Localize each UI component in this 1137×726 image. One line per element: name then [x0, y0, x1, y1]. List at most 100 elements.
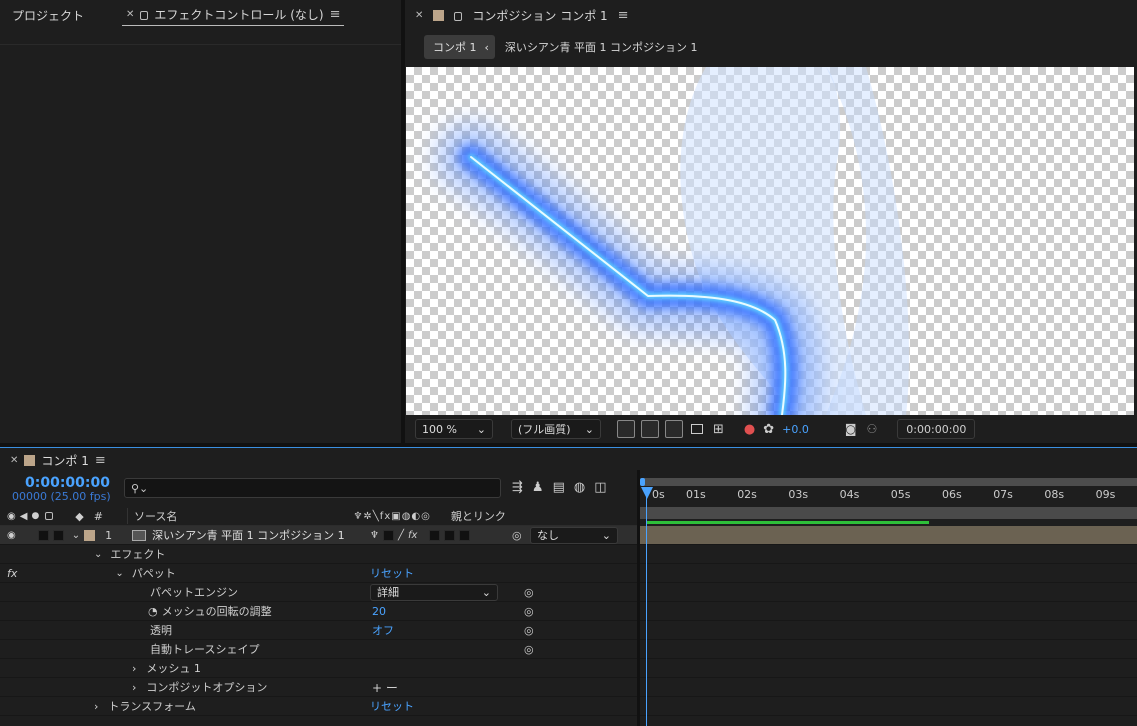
- mesh-rotation-value[interactable]: 20: [372, 605, 386, 618]
- show-snapshot-icon[interactable]: ⚇: [867, 422, 878, 436]
- pickwhip-icon[interactable]: ◎: [524, 605, 534, 618]
- tab-effect-controls-label: エフェクトコントロール (なし): [154, 8, 324, 22]
- pickwhip-icon[interactable]: ◎: [524, 586, 534, 599]
- frame-blending-icon[interactable]: ▤: [553, 480, 565, 495]
- playhead-top-marker[interactable]: [640, 478, 645, 486]
- close-icon[interactable]: ✕: [10, 455, 18, 466]
- fx-label[interactable]: fx: [7, 567, 17, 580]
- time-ruler[interactable]: [640, 478, 1137, 486]
- stopwatch-icon[interactable]: ◔: [148, 605, 158, 618]
- audio-icon[interactable]: ◀: [20, 511, 28, 522]
- lock-icon[interactable]: [454, 11, 463, 21]
- chevron-right-icon[interactable]: ›: [132, 681, 136, 694]
- zoom-dropdown[interactable]: 100 % ⌄: [415, 419, 493, 439]
- playhead-handle[interactable]: [641, 487, 653, 499]
- pickwhip-icon[interactable]: ◎: [512, 529, 522, 542]
- chevron-down-icon[interactable]: ⌄: [115, 568, 123, 579]
- chevron-right-icon[interactable]: ›: [132, 662, 136, 675]
- solo-icon[interactable]: ●: [31, 511, 39, 521]
- motion-blur-switch[interactable]: [444, 529, 456, 541]
- mask-visibility-icon[interactable]: [665, 420, 683, 438]
- collapse-switch[interactable]: [382, 529, 394, 541]
- shy-layers-icon[interactable]: ♟: [532, 480, 544, 495]
- tab-composition[interactable]: ✕ コンポジション コンポ 1 ≡: [405, 0, 633, 30]
- close-icon[interactable]: ✕: [126, 9, 134, 20]
- mesh-row[interactable]: › メッシュ 1: [0, 659, 637, 678]
- grid-guides-icon[interactable]: ⊞: [713, 422, 724, 437]
- eye-icon[interactable]: ◉: [7, 511, 16, 522]
- adjustment-switch[interactable]: [459, 529, 471, 541]
- breadcrumb-current[interactable]: コンポ 1 ‹: [424, 35, 495, 59]
- transparent-value[interactable]: オフ: [372, 622, 394, 638]
- close-icon[interactable]: ✕: [415, 10, 423, 21]
- shy-icon[interactable]: ♆: [370, 530, 379, 541]
- ruler-tick-label: 07s: [993, 488, 1013, 501]
- layer-name[interactable]: 深いシアン青 平面 1 コンポジション 1: [152, 527, 345, 543]
- pickwhip-icon[interactable]: ◎: [524, 643, 534, 656]
- panel-menu-icon[interactable]: ≡: [330, 7, 341, 22]
- comp-color-swatch: [433, 9, 445, 21]
- column-parent[interactable]: 親とリンク: [451, 508, 506, 524]
- composite-add-remove[interactable]: + ー: [372, 679, 398, 696]
- engine-dropdown[interactable]: 詳細 ⌄: [370, 583, 498, 601]
- region-of-interest-icon[interactable]: [691, 424, 703, 434]
- fast-previews-icon[interactable]: [617, 420, 635, 438]
- chevron-left-icon[interactable]: ‹: [485, 41, 489, 54]
- zoom-value: 100 %: [422, 422, 457, 436]
- tab-project[interactable]: プロジェクト: [0, 0, 118, 30]
- composition-mini-flowchart-icon[interactable]: ⇶: [512, 480, 523, 495]
- transform-row[interactable]: › トランスフォーム リセット: [0, 697, 637, 716]
- mesh-label: メッシュ 1: [146, 662, 201, 675]
- transparency-grid-icon[interactable]: [641, 420, 659, 438]
- quality-icon[interactable]: ╱: [398, 530, 404, 541]
- color-management-icon[interactable]: ✿: [763, 422, 774, 437]
- puppet-engine-row[interactable]: パペットエンジン 詳細 ⌄ ◎: [0, 583, 637, 602]
- comp-viewer[interactable]: [406, 67, 1134, 415]
- effects-group-row[interactable]: ⌄ エフェクト: [0, 545, 637, 564]
- solo-toggle[interactable]: [52, 529, 64, 541]
- layer-number: 1: [105, 528, 113, 542]
- playhead-line[interactable]: [646, 490, 647, 726]
- transparent-row[interactable]: 透明 オフ ◎: [0, 621, 637, 640]
- pickwhip-icon[interactable]: ◎: [524, 624, 534, 637]
- fx-icon[interactable]: fx: [408, 530, 417, 541]
- timeline-tab[interactable]: ✕ コンポ 1 ≡: [10, 451, 106, 469]
- parent-dropdown[interactable]: なし ⌄: [530, 526, 618, 544]
- panel-menu-icon[interactable]: ≡: [95, 453, 106, 468]
- audio-toggle[interactable]: [37, 529, 49, 541]
- chevron-down-icon[interactable]: ⌄: [72, 530, 80, 541]
- mesh-rotation-row[interactable]: ◔ メッシュの回転の調整 20 ◎: [0, 602, 637, 621]
- motion-blur-icon[interactable]: ◍: [574, 480, 585, 495]
- transform-reset-link[interactable]: リセット: [370, 698, 414, 714]
- work-area-bar[interactable]: [640, 507, 1137, 519]
- column-source-name[interactable]: ソース名: [126, 508, 177, 524]
- tab-effect-controls[interactable]: ✕ エフェクトコントロール (なし) ≡: [122, 4, 345, 26]
- chevron-down-icon[interactable]: ⌄: [94, 549, 102, 560]
- current-time-display[interactable]: 0:00:00:00: [25, 475, 110, 491]
- chevron-right-icon[interactable]: ›: [94, 700, 98, 713]
- layer-label-swatch[interactable]: [84, 529, 96, 541]
- viewer-timecode[interactable]: 0:00:00:00: [897, 419, 976, 439]
- channel-icon[interactable]: ●: [744, 422, 755, 437]
- eye-icon[interactable]: ◉: [7, 530, 16, 541]
- auto-trace-row[interactable]: 自動トレースシェイプ ◎: [0, 640, 637, 659]
- snapshot-icon[interactable]: ◙: [845, 422, 857, 436]
- exposure-value[interactable]: +0.0: [782, 423, 809, 436]
- frame-blend-switch[interactable]: [429, 529, 441, 541]
- resolution-dropdown[interactable]: (フル画質) ⌄: [511, 419, 601, 439]
- puppet-effect-row[interactable]: fx ⌄ パペット リセット: [0, 564, 637, 583]
- puppet-reset-link[interactable]: リセット: [370, 565, 414, 581]
- layer-track[interactable]: [640, 526, 1137, 545]
- breadcrumb-next[interactable]: 深いシアン青 平面 1 コンポジション 1: [505, 39, 698, 55]
- label-icon[interactable]: ◆: [75, 510, 83, 523]
- panel-menu-icon[interactable]: ≡: [618, 8, 629, 23]
- lock-icon[interactable]: [45, 512, 54, 520]
- layer-row[interactable]: ◉ ⌄ 1 深いシアン青 平面 1 コンポジション 1 ♆ ╱ fx ◎ なし …: [0, 526, 637, 545]
- search-input[interactable]: ⚲⌄: [124, 478, 501, 498]
- track-transparent: [640, 621, 1137, 640]
- graph-editor-icon[interactable]: ◫: [594, 480, 606, 495]
- work-area-progress[interactable]: [646, 521, 929, 524]
- composite-options-row[interactable]: › コンポジットオプション + ー: [0, 678, 637, 697]
- column-header-row: ◉ ◀ ● ◆ # ソース名 ♆✲╲fx▣◍◐◎ 親とリンク: [0, 507, 637, 526]
- lock-icon[interactable]: [140, 11, 149, 20]
